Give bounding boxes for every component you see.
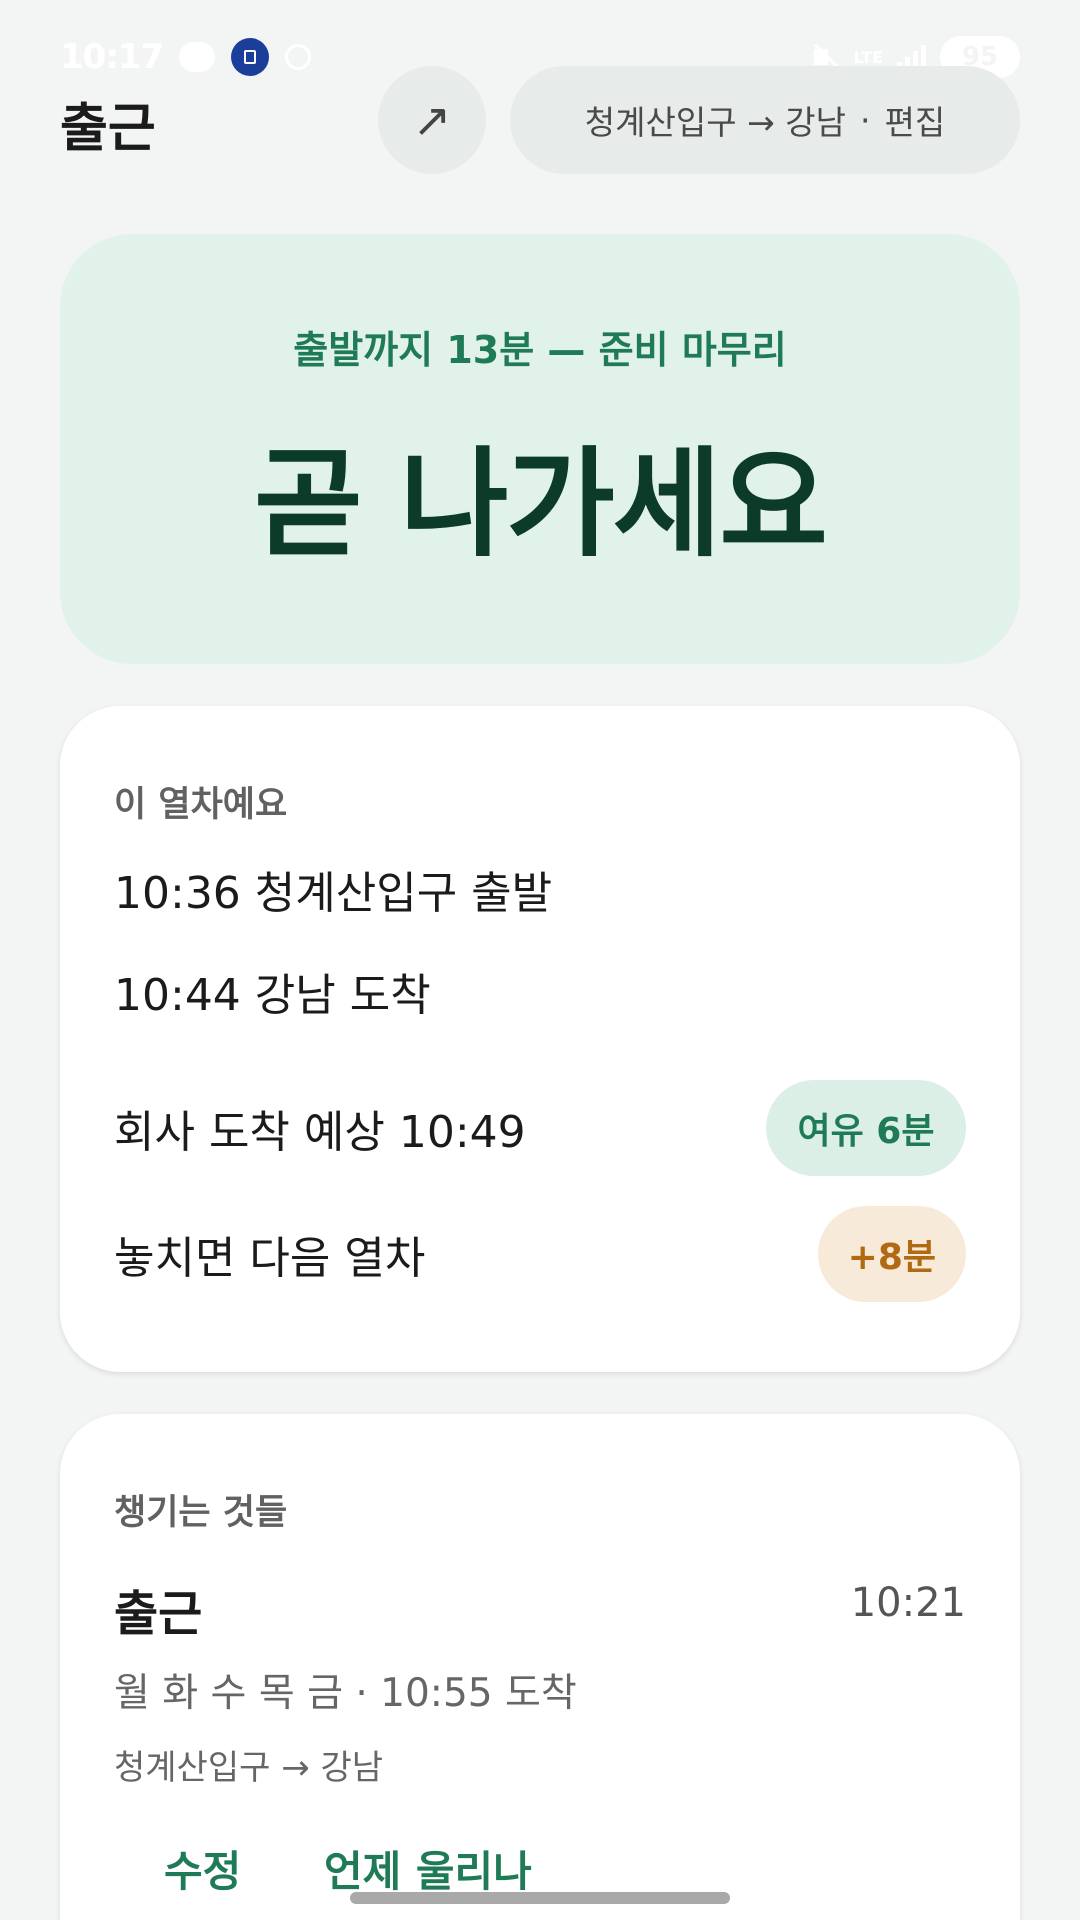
train-card-label: 이 열차예요	[114, 785, 288, 825]
network-label: LTE	[853, 47, 883, 67]
office-arrival-text: 회사 도착 예상 10:49	[114, 1107, 526, 1158]
departure-countdown: 출발까지 13분 — 준비 마무리	[293, 328, 787, 372]
routine-route: 청계산입구 → 강남	[114, 1748, 384, 1788]
delay-badge: +8분	[817, 1206, 966, 1302]
home-indicator[interactable]	[350, 1892, 730, 1904]
departure-text: 10:36 청계산입구 출발	[114, 868, 553, 919]
departure-status-card: 출발까지 13분 — 준비 마무리 곧 나가세요	[60, 234, 1020, 664]
share-button[interactable]: ↗	[378, 66, 486, 174]
route-text: 청계산입구 → 강남	[584, 103, 846, 142]
separator-dot: ·	[859, 100, 871, 140]
alarm-timing-button[interactable]: 언제 울리나	[324, 1838, 532, 1899]
train-info-card: 이 열차예요 10:36 청계산입구 출발 10:44 강남 도착 회사 도착 …	[60, 706, 1020, 1372]
routine-time: 10:21	[850, 1580, 966, 1626]
route-edit-chip[interactable]: 청계산입구 → 강남 · 편집	[510, 66, 1020, 174]
missed-train-text: 놓치면 다음 열차	[114, 1233, 426, 1284]
edit-label: 편집	[884, 103, 946, 142]
arrival-row: 10:44 강남 도착	[114, 956, 966, 1026]
routine-days: 월 화 수 목 금 · 10:55 도착	[114, 1671, 577, 1716]
slack-badge: 여유 6분	[766, 1080, 966, 1176]
screen: 10:17 LTE 95 출근 ↗ 청계산입구 → 강남 · 편집 출발까지 1…	[0, 0, 1080, 1920]
office-arrival-row: 회사 도착 예상 10:49 여유 6분	[114, 1080, 966, 1176]
edit-routine-button[interactable]: 수정	[164, 1838, 241, 1899]
arrow-up-right-icon: ↗	[412, 93, 452, 147]
departure-headline: 곧 나가세요	[254, 435, 828, 573]
next-train-row: 놓치면 다음 열차 +8분	[114, 1206, 966, 1302]
arrival-text: 10:44 강남 도착	[114, 970, 431, 1021]
items-card-label: 챙기는 것들	[114, 1493, 288, 1533]
header: 출근 ↗ 청계산입구 → 강남 · 편집	[60, 66, 1020, 174]
routine-name: 출근	[114, 1586, 203, 1642]
page-title: 출근	[60, 99, 156, 159]
departure-row: 10:36 청계산입구 출발	[114, 854, 966, 924]
routine-card: 챙기는 것들 출근 10:21 월 화 수 목 금 · 10:55 도착 청계산…	[60, 1414, 1020, 1920]
